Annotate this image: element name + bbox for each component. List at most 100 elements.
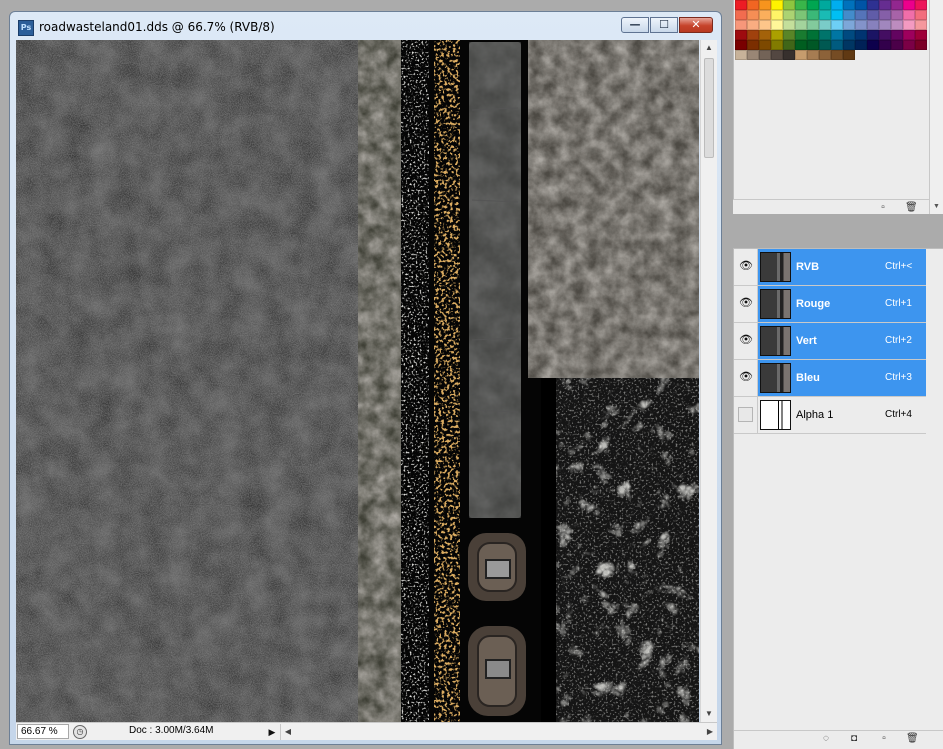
color-swatch[interactable] xyxy=(831,40,843,50)
scroll-left-icon[interactable]: ◀ xyxy=(281,724,295,740)
color-swatch[interactable] xyxy=(783,50,795,60)
color-swatch[interactable] xyxy=(915,40,927,50)
color-swatch[interactable] xyxy=(759,50,771,60)
color-swatch[interactable] xyxy=(915,30,927,40)
color-swatch[interactable] xyxy=(879,20,891,30)
color-swatch[interactable] xyxy=(807,0,819,10)
color-swatch[interactable] xyxy=(843,30,855,40)
color-swatch[interactable] xyxy=(915,20,927,30)
color-swatch[interactable] xyxy=(771,10,783,20)
color-swatch[interactable] xyxy=(759,20,771,30)
color-swatch[interactable] xyxy=(891,0,903,10)
color-swatch[interactable] xyxy=(855,40,867,50)
channel-row-vert[interactable]: 👁 Vert Ctrl+2 xyxy=(734,323,926,360)
visibility-toggle[interactable]: 👁 xyxy=(734,286,758,322)
vertical-scrollbar[interactable]: ▲ ▼ xyxy=(700,40,717,722)
color-swatch[interactable] xyxy=(867,20,879,30)
color-swatch[interactable] xyxy=(903,10,915,20)
color-swatch[interactable] xyxy=(747,30,759,40)
color-swatch[interactable] xyxy=(903,0,915,10)
scroll-right-icon[interactable]: ▶ xyxy=(703,724,717,740)
color-swatch[interactable] xyxy=(771,0,783,10)
color-swatch[interactable] xyxy=(891,30,903,40)
close-button[interactable]: ✕ xyxy=(679,17,713,33)
color-swatch[interactable] xyxy=(795,30,807,40)
channel-row-rvb[interactable]: 👁 RVB Ctrl+< xyxy=(734,249,926,286)
status-menu-icon[interactable]: ◷ xyxy=(73,725,87,739)
color-swatch[interactable] xyxy=(747,20,759,30)
color-swatch[interactable] xyxy=(771,20,783,30)
color-swatch[interactable] xyxy=(795,0,807,10)
color-swatch[interactable] xyxy=(843,10,855,20)
color-swatch[interactable] xyxy=(831,20,843,30)
color-swatch[interactable] xyxy=(783,40,795,50)
color-swatch[interactable] xyxy=(771,50,783,60)
color-swatch[interactable] xyxy=(843,40,855,50)
color-swatch[interactable] xyxy=(819,0,831,10)
color-swatch[interactable] xyxy=(891,20,903,30)
color-swatch[interactable] xyxy=(807,50,819,60)
color-swatch[interactable] xyxy=(915,10,927,20)
color-swatch[interactable] xyxy=(819,10,831,20)
color-swatch[interactable] xyxy=(735,0,747,10)
color-swatch[interactable] xyxy=(843,50,855,60)
visibility-toggle[interactable]: 👁 xyxy=(734,360,758,396)
load-selection-icon[interactable]: ◌ xyxy=(820,733,832,744)
swatches-scrollbar[interactable]: ▼ xyxy=(929,0,943,214)
color-swatch[interactable] xyxy=(735,20,747,30)
zoom-field[interactable]: 66.67 % xyxy=(17,724,69,739)
visibility-toggle[interactable]: 👁 xyxy=(734,323,758,359)
color-swatch[interactable] xyxy=(771,30,783,40)
color-swatch[interactable] xyxy=(831,50,843,60)
color-swatch[interactable] xyxy=(735,30,747,40)
color-swatch[interactable] xyxy=(903,40,915,50)
color-swatch[interactable] xyxy=(795,20,807,30)
save-selection-icon[interactable]: ◘ xyxy=(848,733,860,744)
color-swatch[interactable] xyxy=(843,0,855,10)
color-swatch[interactable] xyxy=(759,40,771,50)
trash-icon[interactable]: 🗑 xyxy=(905,202,918,213)
scroll-down-icon[interactable]: ▼ xyxy=(930,200,943,214)
color-swatch[interactable] xyxy=(747,10,759,20)
document-titlebar[interactable]: Ps roadwasteland01.dds @ 66.7% (RVB/8) —… xyxy=(10,12,721,40)
new-item-icon[interactable]: ▫ xyxy=(877,202,889,213)
new-item-icon[interactable]: ▫ xyxy=(878,733,890,744)
color-swatch[interactable] xyxy=(783,30,795,40)
color-swatch[interactable] xyxy=(783,10,795,20)
color-swatch[interactable] xyxy=(771,40,783,50)
color-swatch[interactable] xyxy=(735,10,747,20)
color-swatch[interactable] xyxy=(855,20,867,30)
color-swatch[interactable] xyxy=(807,20,819,30)
image-canvas[interactable] xyxy=(16,40,699,722)
color-swatch[interactable] xyxy=(891,40,903,50)
color-swatch[interactable] xyxy=(795,40,807,50)
status-expand-icon[interactable]: ▶ xyxy=(266,725,278,739)
color-swatch[interactable] xyxy=(879,40,891,50)
color-swatch[interactable] xyxy=(855,10,867,20)
visibility-toggle[interactable]: 👁 xyxy=(734,249,758,285)
color-swatch[interactable] xyxy=(747,0,759,10)
color-swatch[interactable] xyxy=(735,40,747,50)
color-swatch[interactable] xyxy=(831,30,843,40)
color-swatch[interactable] xyxy=(831,10,843,20)
scroll-up-icon[interactable]: ▲ xyxy=(701,40,717,56)
channel-row-bleu[interactable]: 👁 Bleu Ctrl+3 xyxy=(734,360,926,397)
color-swatch[interactable] xyxy=(819,40,831,50)
color-swatch[interactable] xyxy=(807,40,819,50)
color-swatch[interactable] xyxy=(867,10,879,20)
color-swatch[interactable] xyxy=(759,30,771,40)
document-window[interactable]: Ps roadwasteland01.dds @ 66.7% (RVB/8) —… xyxy=(9,11,722,745)
color-swatch[interactable] xyxy=(915,0,927,10)
color-swatch[interactable] xyxy=(879,30,891,40)
color-swatch[interactable] xyxy=(795,50,807,60)
color-swatch[interactable] xyxy=(903,30,915,40)
horizontal-scrollbar[interactable]: ◀ ▶ xyxy=(280,724,717,740)
color-swatch[interactable] xyxy=(759,0,771,10)
channel-row-alpha-1[interactable]: Alpha 1 Ctrl+4 xyxy=(734,397,926,434)
color-swatch[interactable] xyxy=(735,50,747,60)
color-swatch[interactable] xyxy=(831,0,843,10)
color-swatch[interactable] xyxy=(819,20,831,30)
color-swatch[interactable] xyxy=(759,10,771,20)
color-swatch[interactable] xyxy=(783,0,795,10)
minimize-button[interactable]: — xyxy=(621,17,649,33)
